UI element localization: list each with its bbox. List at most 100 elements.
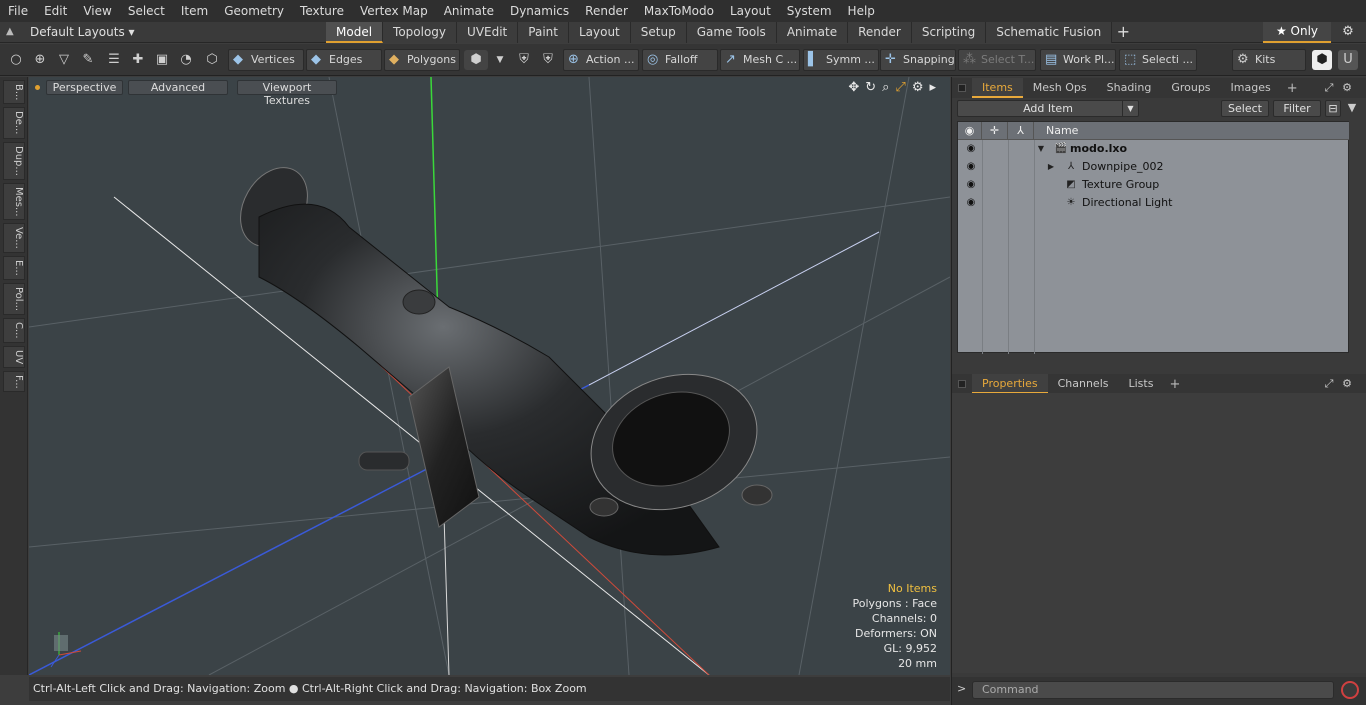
clock-icon[interactable]: ◔ xyxy=(176,50,196,70)
shield-check-icon[interactable]: ⛨ xyxy=(538,50,558,70)
expand-arrow-icon[interactable]: ▼ xyxy=(1036,140,1046,158)
stop-record-icon[interactable] xyxy=(1341,681,1359,699)
collapse-icon[interactable]: ⊟ xyxy=(1325,100,1341,117)
menu-system[interactable]: System xyxy=(779,0,840,22)
work-plane-button[interactable]: ▤ Work Pl... xyxy=(1040,49,1116,71)
item-mode-icon[interactable]: ⬡ xyxy=(202,50,222,70)
left-tab-mesh-edit[interactable]: Mes... xyxy=(3,182,25,221)
circle-select-icon[interactable]: ○ xyxy=(6,50,26,70)
menu-maxtomodo[interactable]: MaxToModo xyxy=(636,0,722,22)
unreal-icon[interactable]: U xyxy=(1338,50,1358,70)
left-tab-deform[interactable]: De... xyxy=(3,107,25,139)
select-button[interactable]: Select xyxy=(1221,100,1269,117)
panel-toggle-icon[interactable] xyxy=(958,84,966,92)
viewport-gear-icon[interactable]: ⚙ xyxy=(912,80,924,95)
mesh-constraint-button[interactable]: ↗ Mesh C ... xyxy=(720,49,800,71)
menu-help[interactable]: Help xyxy=(840,0,883,22)
tree-row-texture-group[interactable]: ◉ ◩ Texture Group xyxy=(958,176,1350,194)
items-gear-icon[interactable]: ⚙ xyxy=(1340,81,1354,95)
layout-up-arrow-icon[interactable]: ▲ xyxy=(6,26,18,38)
tab-model[interactable]: Model xyxy=(326,22,384,43)
menu-layout[interactable]: Layout xyxy=(722,0,779,22)
polygons-button[interactable]: ◆ Polygons xyxy=(384,49,460,71)
vertices-button[interactable]: ◆ Vertices xyxy=(228,49,304,71)
menu-texture[interactable]: Texture xyxy=(292,0,352,22)
eye-icon[interactable]: ◉ xyxy=(964,194,978,212)
cube-icon[interactable]: ⬢ xyxy=(1312,50,1332,70)
tab-channels[interactable]: Channels xyxy=(1048,374,1119,394)
viewport-textures-button[interactable]: Viewport Textures xyxy=(237,80,337,107)
default-layouts-dropdown[interactable]: Default Layouts ▾ xyxy=(30,22,135,43)
left-tab-curve[interactable]: C... xyxy=(3,317,25,343)
material-mode-icon[interactable]: ⬢ xyxy=(464,50,488,70)
sym-shield-icon[interactable]: ⛨ xyxy=(514,50,534,70)
tab-scripting[interactable]: Scripting xyxy=(911,22,987,43)
menu-dynamics[interactable]: Dynamics xyxy=(502,0,577,22)
menu-geometry[interactable]: Geometry xyxy=(216,0,292,22)
center-icon[interactable]: ✚ xyxy=(128,50,148,70)
pen-icon[interactable]: ▽ xyxy=(54,50,74,70)
menu-file[interactable]: File xyxy=(0,0,36,22)
left-tab-basic[interactable]: B... xyxy=(3,80,25,105)
tab-paint[interactable]: Paint xyxy=(518,22,569,43)
kits-button[interactable]: ⚙ Kits xyxy=(1232,49,1306,71)
tab-render[interactable]: Render xyxy=(848,22,912,43)
symmetry-button[interactable]: ▌ Symm ... xyxy=(803,49,879,71)
falloff-button[interactable]: ◎ Falloff xyxy=(642,49,718,71)
tab-animate[interactable]: Animate xyxy=(776,22,849,43)
filter-funnel-icon[interactable]: ▼ xyxy=(1345,101,1359,115)
add-tab-icon[interactable]: + xyxy=(1112,22,1134,43)
name-column-header[interactable]: Name xyxy=(1034,122,1350,140)
tree-row-modo-lxo[interactable]: ◉ ▼ 🎬 modo.lxo xyxy=(958,140,1350,158)
maximize-view-icon[interactable]: ⤢ xyxy=(895,80,905,95)
left-tab-vertex[interactable]: Ve... xyxy=(3,223,25,254)
eye-icon[interactable]: ◉ xyxy=(964,158,978,176)
brush-icon[interactable]: ✎ xyxy=(78,50,98,70)
viewport-expand-icon[interactable]: ▸ xyxy=(929,80,936,95)
tab-game-tools[interactable]: Game Tools xyxy=(686,22,777,43)
action-center-button[interactable]: ⊕ Action ... xyxy=(563,49,639,71)
snapping-button[interactable]: ✛ Snapping xyxy=(880,49,956,71)
selection-sets-button[interactable]: ⬚ Selecti ... xyxy=(1119,49,1197,71)
3d-viewport[interactable]: Perspective Advanced Viewport Textures ✥… xyxy=(29,77,950,675)
left-tab-uv[interactable]: UV xyxy=(3,345,25,368)
rotate-view-icon[interactable]: ↻ xyxy=(865,80,876,95)
tab-items[interactable]: Items xyxy=(972,78,1023,98)
tree-row-directional-light[interactable]: ◉ ☀ Directional Light xyxy=(958,194,1350,212)
visibility-column-eye-icon[interactable]: ◉ xyxy=(958,122,982,140)
collapse-arrow-icon[interactable]: ▶ xyxy=(1046,158,1056,176)
menu-item[interactable]: Item xyxy=(173,0,216,22)
menu-render[interactable]: Render xyxy=(577,0,636,22)
perspective-button[interactable]: Perspective xyxy=(46,80,123,95)
tab-mesh-ops[interactable]: Mesh Ops xyxy=(1023,78,1097,98)
add-panel-tab-icon[interactable]: + xyxy=(1163,377,1186,392)
move-view-icon[interactable]: ✥ xyxy=(848,80,859,95)
tab-properties[interactable]: Properties xyxy=(972,374,1048,394)
tab-groups[interactable]: Groups xyxy=(1161,78,1220,98)
edges-button[interactable]: ◆ Edges xyxy=(306,49,382,71)
select-through-button[interactable]: ⁂ Select T... xyxy=(958,49,1036,71)
tab-lists[interactable]: Lists xyxy=(1119,374,1164,394)
tab-schematic-fusion[interactable]: Schematic Fusion xyxy=(986,22,1113,43)
properties-expand-icon[interactable]: ⤢ xyxy=(1322,377,1336,391)
add-panel-tab-icon[interactable]: + xyxy=(1281,81,1304,96)
tab-setup[interactable]: Setup xyxy=(630,22,687,43)
panel-toggle-icon[interactable] xyxy=(958,380,966,388)
command-input[interactable]: Command xyxy=(972,681,1334,699)
only-button[interactable]: ★ Only xyxy=(1263,22,1331,43)
add-item-dropdown[interactable]: Add Item ▼ xyxy=(957,100,1139,117)
downpipe-model[interactable] xyxy=(227,156,776,556)
lock-column-icon[interactable]: ✛ xyxy=(982,122,1008,140)
gear-icon[interactable]: ⚙ xyxy=(1338,24,1358,41)
frame-icon[interactable]: ▣ xyxy=(152,50,172,70)
left-tab-fusion[interactable]: F... xyxy=(3,370,25,393)
left-tab-duplicate[interactable]: Dup... xyxy=(3,141,25,180)
advanced-button[interactable]: Advanced xyxy=(128,80,228,95)
menu-edit[interactable]: Edit xyxy=(36,0,75,22)
tab-shading[interactable]: Shading xyxy=(1097,78,1162,98)
mode-dropdown-icon[interactable]: ▼ xyxy=(490,50,510,70)
tab-uvedit[interactable]: UVEdit xyxy=(457,22,519,43)
type-column-icon[interactable]: ⅄ xyxy=(1008,122,1034,140)
items-expand-icon[interactable]: ⤢ xyxy=(1322,81,1336,95)
filter-button[interactable]: Filter xyxy=(1273,100,1321,117)
